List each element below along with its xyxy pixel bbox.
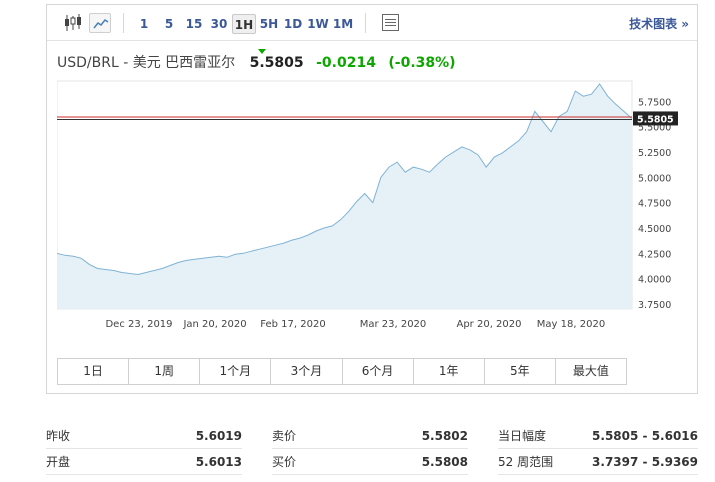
timeframe-1d[interactable]: 1D: [283, 14, 303, 34]
x-tick-label: Apr 20, 2020: [456, 319, 521, 330]
quote-header: USD/BRL - 美元 巴西雷亚尔 5.5805 -0.0214 (-0.38…: [57, 52, 456, 76]
toolbar-divider: [123, 13, 124, 33]
x-tick-label: Jan 20, 2020: [182, 319, 246, 330]
y-tick-label: 5.2500: [638, 148, 671, 159]
x-tick-label: May 18, 2020: [537, 319, 605, 330]
stats-row: 昨收 5.6019 卖价 5.5802 当日幅度 5.5805 - 5.6016: [46, 424, 698, 450]
stat-label: 昨收: [46, 429, 71, 443]
technical-chart-link[interactable]: 技术图表 »: [629, 15, 689, 32]
stat-label: 52 周范围: [498, 455, 554, 469]
range-max[interactable]: 最大值: [555, 359, 626, 384]
y-tick-label: 5.7500: [638, 97, 671, 108]
stat-value: 5.6019: [195, 429, 242, 443]
x-tick-label: Feb 17, 2020: [260, 319, 325, 330]
candlestick-icon[interactable]: [63, 13, 85, 33]
range-1d[interactable]: 1日: [58, 359, 130, 384]
stat-label: 当日幅度: [498, 429, 547, 443]
y-tick-label: 5.0000: [638, 173, 671, 184]
stat-ask: 卖价 5.5802: [272, 424, 468, 449]
timeframe-1h[interactable]: 1H: [232, 14, 256, 34]
timeframe-15[interactable]: 15: [184, 14, 204, 34]
stat-value: 5.6013: [195, 455, 242, 469]
range-1w[interactable]: 1周: [129, 359, 201, 384]
stat-bid: 买价 5.5808: [272, 450, 468, 475]
y-tick-label: 4.7500: [638, 199, 671, 210]
last-price: 5.5805: [249, 55, 304, 71]
range-3m[interactable]: 3个月: [271, 359, 343, 384]
table-icon[interactable]: [382, 14, 399, 31]
y-tick-label: 3.7500: [638, 300, 671, 311]
y-tick-label: 4.5000: [638, 224, 671, 235]
y-tick-label: 4.0000: [638, 275, 671, 286]
range-1y[interactable]: 1年: [413, 359, 485, 384]
y-tick-label: 4.2500: [638, 249, 671, 260]
price-change: -0.0214: [316, 55, 376, 71]
toolbar-divider: [365, 13, 366, 33]
price-chart[interactable]: 英为财情Investing.com5.75005.50005.25005.000…: [57, 79, 685, 337]
stat-value: 5.5808: [421, 455, 468, 469]
range-5y[interactable]: 5年: [484, 359, 556, 384]
timeframe-30[interactable]: 30: [209, 14, 229, 34]
stat-label: 买价: [272, 455, 297, 469]
stat-open: 开盘 5.6013: [46, 450, 242, 475]
stat-value: 5.5805 - 5.6016: [592, 429, 698, 443]
price-label-text: 5.5805: [637, 114, 674, 125]
x-tick-label: Mar 23, 2020: [360, 319, 427, 330]
stat-value: 5.5802: [421, 429, 468, 443]
chart-toolbar: 1 5 15 30 1H 5H 1D 1W 1M 技术图表 »: [47, 5, 697, 41]
chart-widget: 1 5 15 30 1H 5H 1D 1W 1M 技术图表 » USD/BRL …: [46, 4, 698, 394]
timeframe-5[interactable]: 5: [162, 14, 176, 34]
range-selector: 1日 1周 1个月 3个月 6个月 1年 5年 最大值: [57, 358, 627, 385]
stats-row: 开盘 5.6013 买价 5.5808 52 周范围 3.7397 - 5.93…: [46, 450, 698, 476]
timeframe-1m[interactable]: 1M: [332, 14, 354, 34]
range-6m[interactable]: 6个月: [342, 359, 414, 384]
timeframe-5h[interactable]: 5H: [258, 14, 280, 34]
stat-value: 3.7397 - 5.9369: [592, 455, 698, 469]
stat-52w-range: 52 周范围 3.7397 - 5.9369: [498, 450, 698, 475]
price-change-percent: (-0.38%): [388, 55, 456, 71]
timeframe-1[interactable]: 1: [137, 14, 151, 34]
trend-arrow-icon: [258, 49, 266, 54]
x-tick-label: Dec 23, 2019: [105, 319, 172, 330]
stat-day-range: 当日幅度 5.5805 - 5.6016: [498, 424, 698, 449]
range-1m[interactable]: 1个月: [200, 359, 272, 384]
pair-name: USD/BRL - 美元 巴西雷亚尔: [57, 55, 236, 71]
area-chart-icon[interactable]: [89, 13, 111, 33]
stat-prev-close: 昨收 5.6019: [46, 424, 242, 449]
stat-label: 卖价: [272, 429, 297, 443]
stat-label: 开盘: [46, 455, 71, 469]
timeframe-1w[interactable]: 1W: [307, 14, 329, 34]
